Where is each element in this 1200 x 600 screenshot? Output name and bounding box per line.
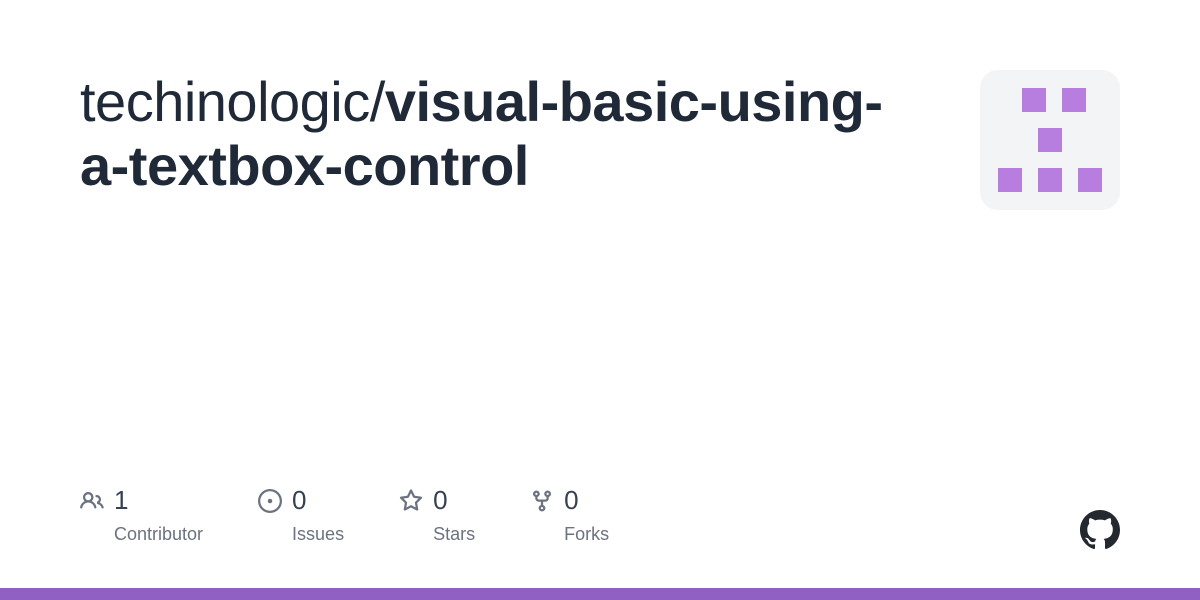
stat-issues[interactable]: 0 Issues [258,485,344,545]
stat-forks[interactable]: 0 Forks [530,485,609,545]
repo-title[interactable]: techinologic/visual-basic-using-a-textbo… [80,70,930,199]
identicon-icon [998,88,1102,192]
stars-count: 0 [433,485,447,516]
contributors-label: Contributor [114,524,203,545]
stars-label: Stars [433,524,475,545]
repo-avatar[interactable] [980,70,1120,210]
issues-count: 0 [292,485,306,516]
repo-separator: / [370,70,385,133]
header: techinologic/visual-basic-using-a-textbo… [80,70,1120,210]
github-logo-icon[interactable] [1080,510,1120,550]
issues-label: Issues [292,524,344,545]
stat-contributors[interactable]: 1 Contributor [80,485,203,545]
accent-bar [0,588,1200,600]
forks-label: Forks [564,524,609,545]
repo-stats: 1 Contributor 0 Issues 0 Stars [80,485,609,545]
contributors-count: 1 [114,485,128,516]
issue-icon [258,489,282,513]
stat-stars[interactable]: 0 Stars [399,485,475,545]
forks-count: 0 [564,485,578,516]
people-icon [80,489,104,513]
fork-icon [530,489,554,513]
star-icon [399,489,423,513]
repo-owner: techinologic [80,70,370,133]
social-preview-card: techinologic/visual-basic-using-a-textbo… [0,0,1200,600]
